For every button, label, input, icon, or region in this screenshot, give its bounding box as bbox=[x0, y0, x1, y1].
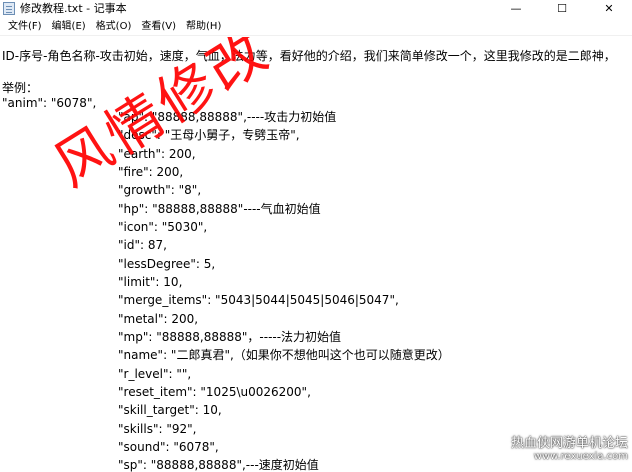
field-line: "hp": "88888,88888"----气血初始值 bbox=[118, 202, 321, 216]
menu-bar: 文件(F) 编辑(E) 格式(O) 查看(V) 帮助(H) bbox=[0, 17, 632, 36]
field-line: "sp": "88888,88888",---速度初始值 bbox=[118, 458, 319, 472]
field-line: "growth": "8", bbox=[118, 183, 202, 197]
field-line: "metal": 200, bbox=[118, 312, 199, 326]
anim-line: "anim": "6078", bbox=[2, 96, 97, 110]
field-line: "name": "二郎真君",（如果你不想他叫这个也可以随意更改） bbox=[118, 348, 450, 362]
field-line: "skill_target": 10, bbox=[118, 403, 222, 417]
field-line: "fire": 200, bbox=[118, 165, 184, 179]
menu-file[interactable]: 文件(F) bbox=[3, 17, 47, 36]
notepad-icon bbox=[3, 2, 15, 15]
close-button[interactable]: ✕ bbox=[586, 0, 632, 17]
field-line: "icon": "5030", bbox=[118, 220, 208, 234]
window-title: 修改教程.txt - 记事本 bbox=[20, 2, 127, 15]
field-line: "ap": "88888,88888",----攻击力初始值 bbox=[118, 110, 337, 124]
menu-edit[interactable]: 编辑(E) bbox=[47, 17, 91, 36]
text-editor[interactable]: ID-序号-角色名称-攻击初始，速度，气血，法力等，看好他的介绍，我们来简单修改… bbox=[0, 37, 632, 472]
menu-format[interactable]: 格式(O) bbox=[91, 17, 137, 36]
field-line: "skills": "92", bbox=[118, 422, 197, 436]
field-line: "lessDegree": 5, bbox=[118, 257, 216, 271]
field-line: "desc": "王母小舅子，专劈玉帝", bbox=[118, 128, 300, 142]
field-line: "sound": "6078", bbox=[118, 440, 219, 454]
field-line: "reset_item": "1025\u0026200", bbox=[118, 385, 311, 399]
field-line: "id": 87, bbox=[118, 238, 167, 252]
maximize-button[interactable]: ☐ bbox=[539, 0, 585, 17]
field-line: "mp": "88888,88888"，-----法力初始值 bbox=[118, 330, 342, 344]
title-bar: 修改教程.txt - 记事本 — ☐ ✕ bbox=[0, 0, 632, 17]
field-line: "r_level": "", bbox=[118, 367, 192, 381]
intro-line: ID-序号-角色名称-攻击初始，速度，气血，法力等，看好他的介绍，我们来简单修改… bbox=[2, 49, 616, 63]
menu-view[interactable]: 查看(V) bbox=[136, 17, 181, 36]
minimize-button[interactable]: — bbox=[493, 0, 539, 17]
field-line: "earth": 200, bbox=[118, 147, 196, 161]
field-line: "merge_items": "5043|5044|5045|5046|5047… bbox=[118, 293, 399, 307]
field-line: "limit": 10, bbox=[118, 275, 183, 289]
menu-help[interactable]: 帮助(H) bbox=[181, 17, 226, 36]
